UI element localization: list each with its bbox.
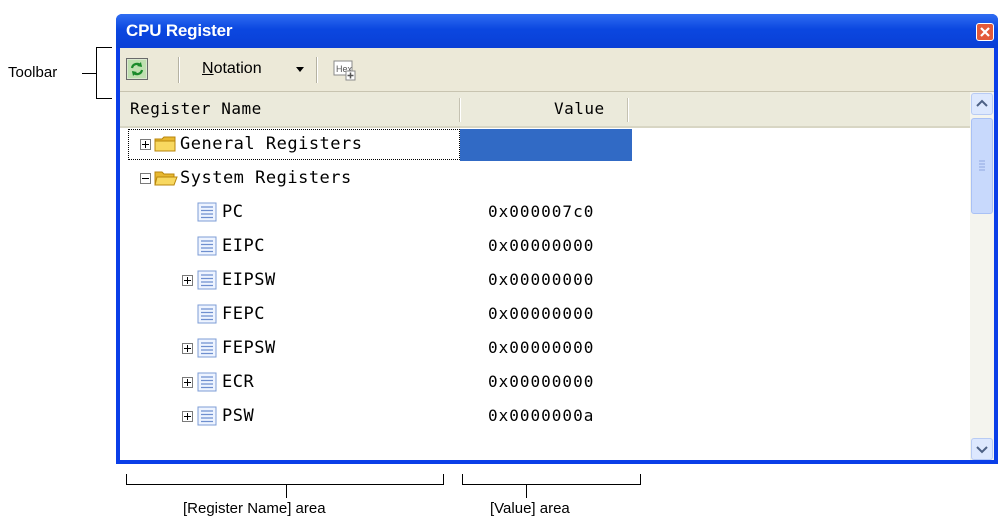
expand-icon[interactable] [182,411,193,422]
tree-row[interactable]: ECR 0x00000000 [120,366,970,400]
register-name: EIPSW [222,270,276,290]
chevron-down-icon [976,446,988,454]
chevron-up-icon [976,99,988,107]
register-name: FEPC [222,304,265,324]
refresh-button[interactable] [126,58,148,80]
value-bracket-right [640,474,641,485]
folder-open-icon [154,171,178,186]
table-header: Register Name Value [120,92,970,128]
register-icon [197,202,217,222]
tree-row[interactable]: EIPC 0x00000000 [120,230,970,264]
cpu-register-window: CPU Register Notation Hex Register Name … [116,14,998,464]
register-name: FEPSW [222,338,276,358]
value-bracket-left [462,474,463,485]
register-name: PC [222,202,244,222]
register-name: System Registers [180,168,352,188]
expand-icon[interactable] [182,275,193,286]
register-value[interactable]: 0x00000000 [488,304,594,323]
register-value[interactable]: 0x0000000a [488,406,594,425]
close-button[interactable] [976,23,994,41]
register-name: EIPC [222,236,265,256]
tree-row[interactable]: PC 0x000007c0 [120,196,970,230]
vertical-scrollbar[interactable] [970,92,994,460]
expand-icon[interactable] [182,343,193,354]
column-header-register-name[interactable]: Register Name [130,92,262,126]
toolbar: Notation Hex [120,48,994,92]
expand-icon[interactable] [182,377,193,388]
chevron-down-icon [296,67,304,72]
grip-icon [979,160,985,171]
register-icon [197,304,217,324]
register-name-bracket-right [443,474,444,485]
register-value[interactable]: 0x00000000 [488,372,594,391]
toolbar-callout-line [82,73,96,74]
register-value[interactable]: 0x00000000 [488,270,594,289]
window-title: CPU Register [126,21,233,40]
register-icon [197,338,217,358]
value-callout-line [526,484,527,498]
toolbar-bracket-bottom [96,98,112,99]
register-value[interactable]: 0x000007c0 [488,202,594,221]
register-name: General Registers [180,134,363,154]
scroll-up-button[interactable] [971,93,993,115]
toolbar-callout-label: Toolbar [8,64,58,81]
register-icon [197,236,217,256]
register-name: ECR [222,372,255,392]
collapse-icon[interactable] [140,173,151,184]
close-icon [980,27,990,37]
scroll-down-button[interactable] [971,438,993,460]
toolbar-bracket-vertical [96,47,97,99]
register-value[interactable]: 0x00000000 [488,236,594,255]
register-icon [197,406,217,426]
register-name-area-label: [Register Name] area [183,500,326,517]
register-value[interactable]: 0x00000000 [488,338,594,357]
folder-icon [154,136,176,152]
notation-label: otation [213,60,262,77]
register-panel: Register Name Value General Registers Sys… [120,92,994,460]
value-area-label: [Value] area [490,500,570,517]
register-name: PSW [222,406,255,426]
column-header-value[interactable]: Value [554,92,605,126]
register-name-callout-line [286,484,287,498]
toolbar-separator [316,57,318,83]
title-bar[interactable]: CPU Register [116,14,998,48]
register-name-bracket [126,484,444,485]
register-name-bracket-left [126,474,127,485]
toolbar-bracket-top [96,47,112,48]
hex-icon: Hex [333,60,356,81]
column-resize-handle[interactable] [459,98,461,122]
scroll-thumb[interactable] [971,118,993,214]
tree-row[interactable]: System Registers [120,162,970,196]
hex-button[interactable]: Hex [333,58,357,82]
notation-mnemonic: N [202,60,214,77]
tree-row[interactable]: PSW 0x0000000a [120,400,970,434]
tree-row[interactable]: General Registers [120,128,970,162]
expand-icon[interactable] [140,139,151,150]
register-icon [197,372,217,392]
refresh-icon [128,60,146,78]
tree-row[interactable]: FEPC 0x00000000 [120,298,970,332]
tree-row[interactable]: EIPSW 0x00000000 [120,264,970,298]
notation-menu-button[interactable]: Notation [202,60,262,78]
selection-highlight [460,129,632,161]
value-bracket [462,484,641,485]
toolbar-separator [178,57,180,83]
register-icon [197,270,217,290]
tree-row[interactable]: FEPSW 0x00000000 [120,332,970,366]
column-resize-handle[interactable] [627,98,629,122]
